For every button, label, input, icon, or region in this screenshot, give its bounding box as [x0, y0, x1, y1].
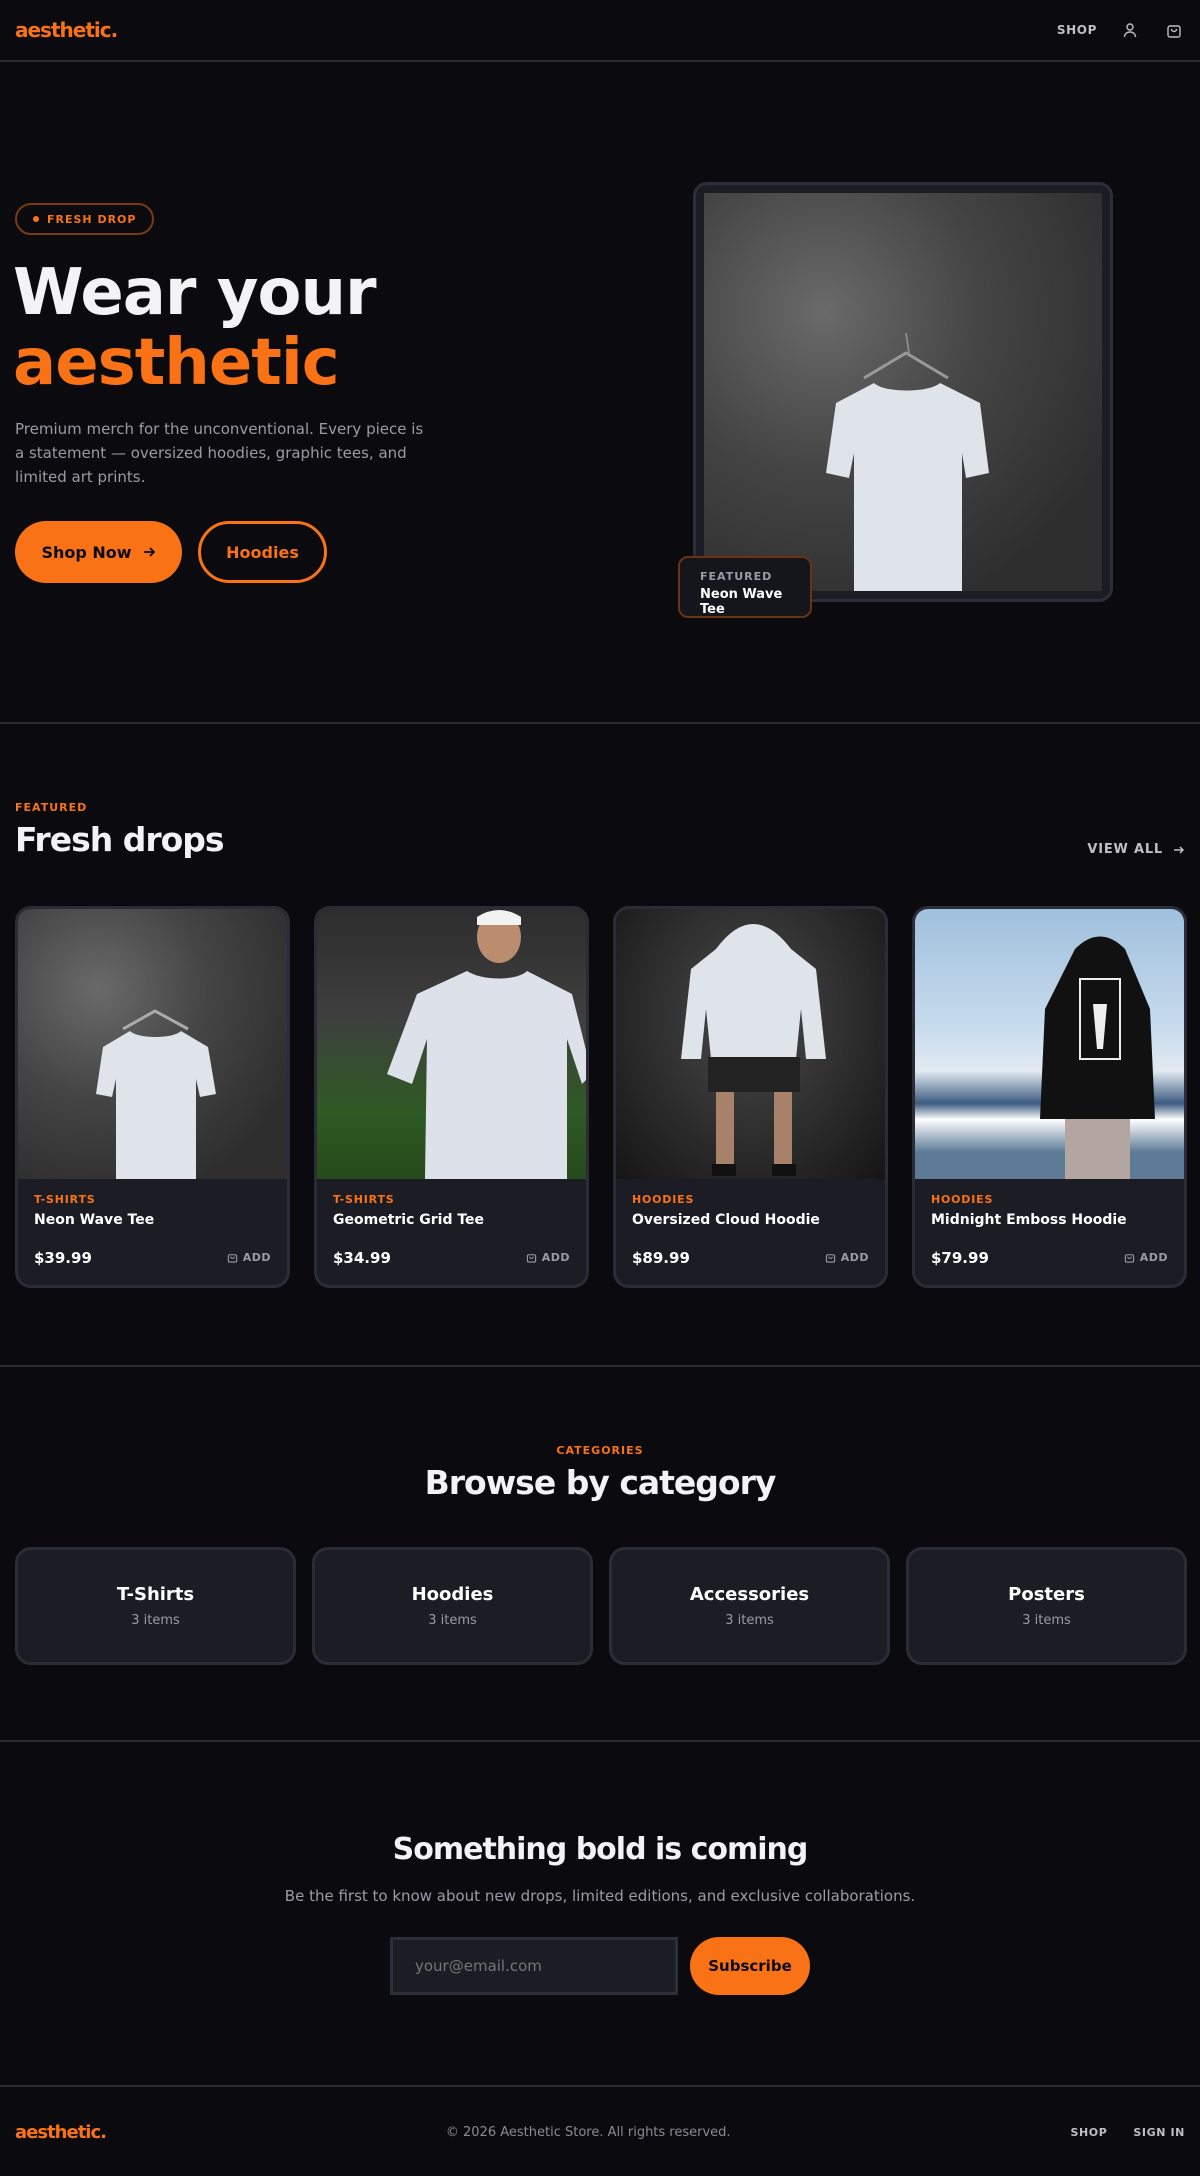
newsletter-title: Something bold is coming	[392, 1832, 809, 1867]
footer-signin-link[interactable]: SIGN IN	[1133, 2126, 1185, 2139]
hero-title: Wear your aesthetic	[13, 256, 377, 400]
product-image	[915, 909, 1184, 1179]
category-count: 3 items	[1022, 1613, 1071, 1628]
badge-label: FRESH DROP	[47, 212, 137, 226]
copyright: © 2026 Aesthetic Store. All rights reser…	[445, 2125, 731, 2140]
view-all-link[interactable]: VIEW ALL	[1087, 842, 1185, 857]
categories-title: Browse by category	[424, 1463, 777, 1502]
category-name: Accessories	[689, 1584, 810, 1605]
featured-product-name: Neon Wave Tee	[700, 587, 783, 617]
product-card[interactable]: HOODIES Oversized Cloud Hoodie $89.99 AD…	[613, 906, 888, 1288]
product-price: $89.99	[632, 1249, 690, 1267]
footer-links: SHOP SIGN IN	[1070, 2126, 1185, 2139]
footer-shop-link[interactable]: SHOP	[1070, 2126, 1107, 2139]
newsletter-section: Something bold is coming Be the first to…	[0, 1742, 1200, 2087]
category-card-hoodies[interactable]: Hoodies 3 items	[312, 1547, 593, 1665]
product-price: $79.99	[931, 1249, 989, 1267]
hero-product-image-frame	[693, 182, 1113, 602]
add-label: ADD	[840, 1251, 869, 1264]
product-price: $39.99	[34, 1249, 92, 1267]
shopping-bag-icon	[526, 1254, 536, 1263]
add-to-cart-button[interactable]: ADD	[1124, 1251, 1168, 1264]
category-grid: T-Shirts 3 items Hoodies 3 items Accesso…	[15, 1547, 1187, 1665]
product-image	[317, 909, 586, 1179]
logo[interactable]: aesthetic.	[15, 18, 118, 42]
add-label: ADD	[541, 1251, 570, 1264]
category-count: 3 items	[428, 1613, 477, 1628]
add-to-cart-button[interactable]: ADD	[227, 1251, 271, 1264]
shopping-bag-icon	[825, 1254, 835, 1263]
header-nav: SHOP	[1057, 19, 1185, 41]
product-card[interactable]: T-SHIRTS Neon Wave Tee $39.99 ADD	[15, 906, 290, 1288]
categories-eyebrow: CATEGORIES	[556, 1444, 644, 1457]
category-name: Hoodies	[411, 1584, 494, 1605]
newsletter-description: Be the first to know about new drops, li…	[284, 1887, 916, 1905]
site-footer: aesthetic. © 2026 Aesthetic Store. All r…	[0, 2089, 1200, 2176]
hero-product-image	[704, 193, 1102, 591]
categories-section: CATEGORIES Browse by category T-Shirts 3…	[0, 1367, 1200, 1742]
product-name[interactable]: Oversized Cloud Hoodie	[632, 1212, 869, 1228]
dot-icon	[33, 216, 39, 222]
product-image	[616, 909, 885, 1179]
product-grid: T-SHIRTS Neon Wave Tee $39.99 ADD T-SHIR…	[15, 906, 1187, 1288]
hero-description: Premium merch for the unconventional. Ev…	[15, 420, 424, 486]
category-name: T-Shirts	[116, 1584, 195, 1605]
shopping-bag-icon	[1124, 1254, 1134, 1263]
drops-eyebrow: FEATURED	[15, 801, 88, 814]
drops-title: Fresh drops	[15, 820, 225, 859]
product-name[interactable]: Geometric Grid Tee	[333, 1212, 570, 1228]
fresh-drops-section: FEATURED Fresh drops VIEW ALL T-SHIRTS N…	[0, 724, 1200, 1367]
featured-label: FEATURED	[700, 570, 773, 583]
shopping-bag-icon	[227, 1254, 237, 1263]
add-to-cart-button[interactable]: ADD	[526, 1251, 570, 1264]
category-count: 3 items	[131, 1613, 180, 1628]
nav-shop-link[interactable]: SHOP	[1057, 23, 1097, 37]
fresh-drop-badge: FRESH DROP	[15, 203, 155, 235]
category-card-posters[interactable]: Posters 3 items	[906, 1547, 1187, 1665]
shopping-bag-icon[interactable]	[1163, 19, 1185, 41]
product-name[interactable]: Neon Wave Tee	[34, 1212, 271, 1228]
subscribe-button[interactable]: Subscribe	[690, 1937, 810, 1995]
footer-logo[interactable]: aesthetic.	[15, 2122, 107, 2143]
featured-product-badge[interactable]: FEATURED Neon Wave Tee	[678, 556, 812, 618]
category-card-tshirts[interactable]: T-Shirts 3 items	[15, 1547, 296, 1665]
hero-title-line1: Wear your	[13, 256, 377, 330]
category-card-accessories[interactable]: Accessories 3 items	[609, 1547, 890, 1665]
add-label: ADD	[242, 1251, 271, 1264]
add-label: ADD	[1139, 1251, 1168, 1264]
shop-now-button[interactable]: Shop Now	[15, 521, 182, 583]
product-category: T-SHIRTS	[333, 1193, 395, 1206]
shop-now-label: Shop Now	[41, 542, 132, 562]
add-to-cart-button[interactable]: ADD	[825, 1251, 869, 1264]
view-all-label: VIEW ALL	[1087, 842, 1163, 857]
hero-title-line2: aesthetic	[13, 326, 340, 400]
product-category: T-SHIRTS	[34, 1193, 96, 1206]
site-header: aesthetic. SHOP	[0, 0, 1200, 62]
category-count: 3 items	[725, 1613, 774, 1628]
hoodies-button[interactable]: Hoodies	[198, 521, 327, 583]
category-name: Posters	[1008, 1584, 1085, 1605]
product-card[interactable]: HOODIES Midnight Emboss Hoodie $79.99 AD…	[912, 906, 1187, 1288]
email-input[interactable]	[390, 1937, 678, 1995]
product-name[interactable]: Midnight Emboss Hoodie	[931, 1212, 1168, 1228]
product-category: HOODIES	[931, 1193, 994, 1206]
arrow-right-icon	[1174, 845, 1185, 854]
hero-section: FRESH DROP Wear your aesthetic Premium m…	[0, 62, 1200, 724]
user-icon[interactable]	[1119, 19, 1141, 41]
product-card[interactable]: T-SHIRTS Geometric Grid Tee $34.99 ADD	[314, 906, 589, 1288]
product-category: HOODIES	[632, 1193, 695, 1206]
product-image	[18, 909, 287, 1179]
product-price: $34.99	[333, 1249, 391, 1267]
arrow-right-icon	[143, 547, 155, 557]
